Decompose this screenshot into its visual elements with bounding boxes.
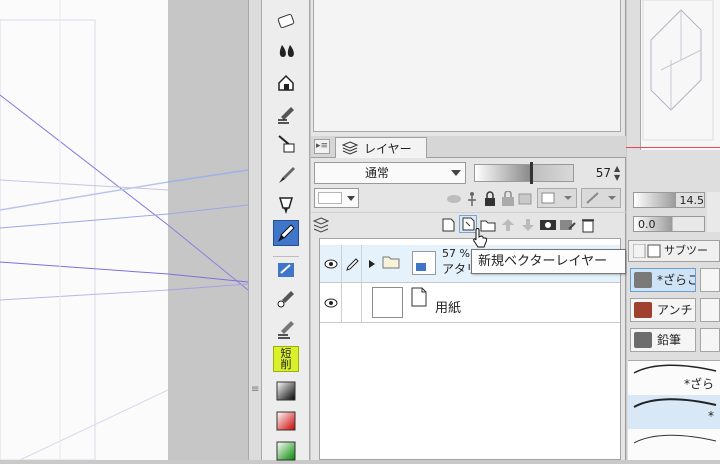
sub-tool-label: アンチ bbox=[657, 303, 693, 317]
paper-layer-icon bbox=[410, 287, 428, 310]
eye-icon[interactable] bbox=[320, 245, 342, 282]
sub-tool-item[interactable]: *ざらこ bbox=[630, 268, 696, 292]
canvas-background bbox=[167, 0, 249, 460]
drawing-canvas[interactable] bbox=[0, 0, 168, 460]
folder-thumbnail bbox=[412, 251, 436, 275]
panel-menu-icon[interactable] bbox=[632, 243, 661, 261]
marker-icon[interactable] bbox=[273, 192, 299, 218]
property-spinner[interactable] bbox=[707, 192, 720, 232]
fill-icon[interactable] bbox=[273, 38, 299, 64]
layer-tab-bar: ▸≡ レイヤー bbox=[311, 136, 626, 158]
sub-tool-item-partial[interactable] bbox=[700, 298, 720, 322]
edit-slot[interactable] bbox=[342, 283, 362, 322]
tab-layer[interactable]: レイヤー bbox=[335, 137, 427, 158]
lock-transparency-icon[interactable] bbox=[499, 190, 517, 208]
pen-icon[interactable] bbox=[273, 220, 299, 246]
stroke-label: *ざら bbox=[683, 377, 714, 391]
viewport-indicator bbox=[626, 147, 720, 148]
sub-tool-item[interactable]: 鉛筆 bbox=[630, 328, 696, 352]
merge-down-icon[interactable] bbox=[519, 216, 537, 234]
layer-name-label: 用紙 bbox=[435, 301, 462, 316]
eraser-icon[interactable] bbox=[273, 8, 299, 34]
brush-stroke-preview[interactable]: * bbox=[628, 395, 720, 429]
folder-icon bbox=[382, 255, 400, 272]
pen-tool-icon bbox=[634, 272, 652, 288]
smudge-icon[interactable] bbox=[273, 316, 299, 342]
blend-mode-select[interactable]: 通常 bbox=[314, 162, 466, 184]
tool-palette: 短削 bbox=[262, 0, 310, 461]
sub-tool-label: *ざらこ bbox=[657, 273, 696, 287]
clip-layer-icon[interactable] bbox=[517, 190, 535, 208]
layer-name-label: アタリ bbox=[442, 262, 474, 276]
stroke-label: * bbox=[708, 409, 714, 423]
pencil-icon[interactable] bbox=[342, 245, 362, 282]
layer-row-paper[interactable]: 用紙 bbox=[320, 283, 620, 323]
layers-stack-icon[interactable] bbox=[312, 216, 330, 234]
layer-command-bar bbox=[311, 212, 626, 236]
eye-icon[interactable] bbox=[320, 283, 342, 322]
sub-tool-label: 鉛筆 bbox=[657, 333, 682, 347]
opacity-slider[interactable] bbox=[474, 162, 574, 184]
brush-icon[interactable] bbox=[273, 162, 299, 188]
red-gradient-icon[interactable] bbox=[273, 408, 299, 434]
new-raster-layer-icon[interactable] bbox=[439, 216, 457, 234]
chevron-down-icon bbox=[451, 170, 461, 176]
brush-stroke-preview[interactable]: *ざら bbox=[628, 361, 720, 395]
layers-icon bbox=[342, 141, 358, 155]
lock-icon[interactable] bbox=[481, 190, 499, 208]
layer-mask-select[interactable] bbox=[537, 188, 577, 208]
splitter-grip-icon[interactable]: ≡ bbox=[251, 385, 259, 402]
draft-layer-icon[interactable] bbox=[463, 190, 481, 208]
brush-density-value[interactable]: 0.0 bbox=[638, 218, 678, 232]
layer-color-select[interactable] bbox=[314, 188, 359, 208]
reference-layer-icon[interactable] bbox=[445, 190, 463, 208]
sub-tool-item-partial[interactable] bbox=[700, 328, 720, 352]
sub-tool-item[interactable]: アンチ bbox=[630, 298, 696, 322]
shortcut-label: 短削 bbox=[280, 347, 292, 371]
layer-mask-icon[interactable] bbox=[539, 216, 557, 234]
paint-bucket-icon[interactable] bbox=[273, 256, 299, 282]
shortcut-delete-icon[interactable]: 短削 bbox=[273, 346, 299, 372]
apply-mask-icon[interactable] bbox=[559, 216, 577, 234]
palette-color-select[interactable] bbox=[581, 188, 621, 208]
panel-menu-button[interactable]: ▸≡ bbox=[314, 139, 330, 154]
house-fill-icon[interactable] bbox=[273, 70, 299, 96]
brush-stroke-list: *ざら * bbox=[628, 360, 720, 460]
opacity-spinner[interactable]: ▲ ▼ bbox=[614, 164, 624, 182]
expand-triangle-icon[interactable] bbox=[368, 258, 376, 272]
navigator-preview[interactable] bbox=[640, 0, 720, 150]
ink-bottle-icon[interactable] bbox=[273, 130, 299, 156]
black-square-icon[interactable] bbox=[273, 378, 299, 404]
perspective-guides bbox=[0, 0, 168, 460]
blend-brush-icon[interactable] bbox=[273, 102, 299, 128]
opacity-value[interactable]: 57 bbox=[581, 164, 611, 182]
tooltip: 新規ベクターレイヤー bbox=[471, 249, 626, 274]
upper-panel bbox=[313, 0, 621, 132]
trash-icon[interactable] bbox=[579, 216, 597, 234]
layer-color-swatch bbox=[318, 192, 342, 204]
layer-tab-label: レイヤー bbox=[364, 141, 412, 156]
opacity-slider-thumb[interactable] bbox=[530, 162, 533, 184]
airbrush-icon[interactable] bbox=[273, 286, 299, 312]
hand-cursor-icon bbox=[472, 228, 488, 251]
sub-tool-item-partial[interactable] bbox=[700, 268, 720, 292]
brush-tool-icon bbox=[634, 302, 652, 318]
brush-size-value[interactable]: 14.5 bbox=[660, 194, 705, 208]
paper-thumbnail bbox=[372, 287, 403, 318]
sub-tool-tab-label: サブツー bbox=[664, 244, 708, 257]
pencil-tool-icon bbox=[634, 332, 652, 348]
blend-mode-value: 通常 bbox=[365, 166, 390, 180]
layer-opacity-label: 57 % bbox=[442, 247, 470, 260]
chevron-down-icon bbox=[347, 196, 355, 201]
green-gradient-icon[interactable] bbox=[273, 438, 299, 464]
transfer-down-icon[interactable] bbox=[499, 216, 517, 234]
brush-stroke-preview[interactable] bbox=[628, 429, 720, 463]
layer-panel: ▸≡ レイヤー 通常 57 ▲ ▼ 57 % アタリ 用紙 bbox=[311, 0, 626, 460]
